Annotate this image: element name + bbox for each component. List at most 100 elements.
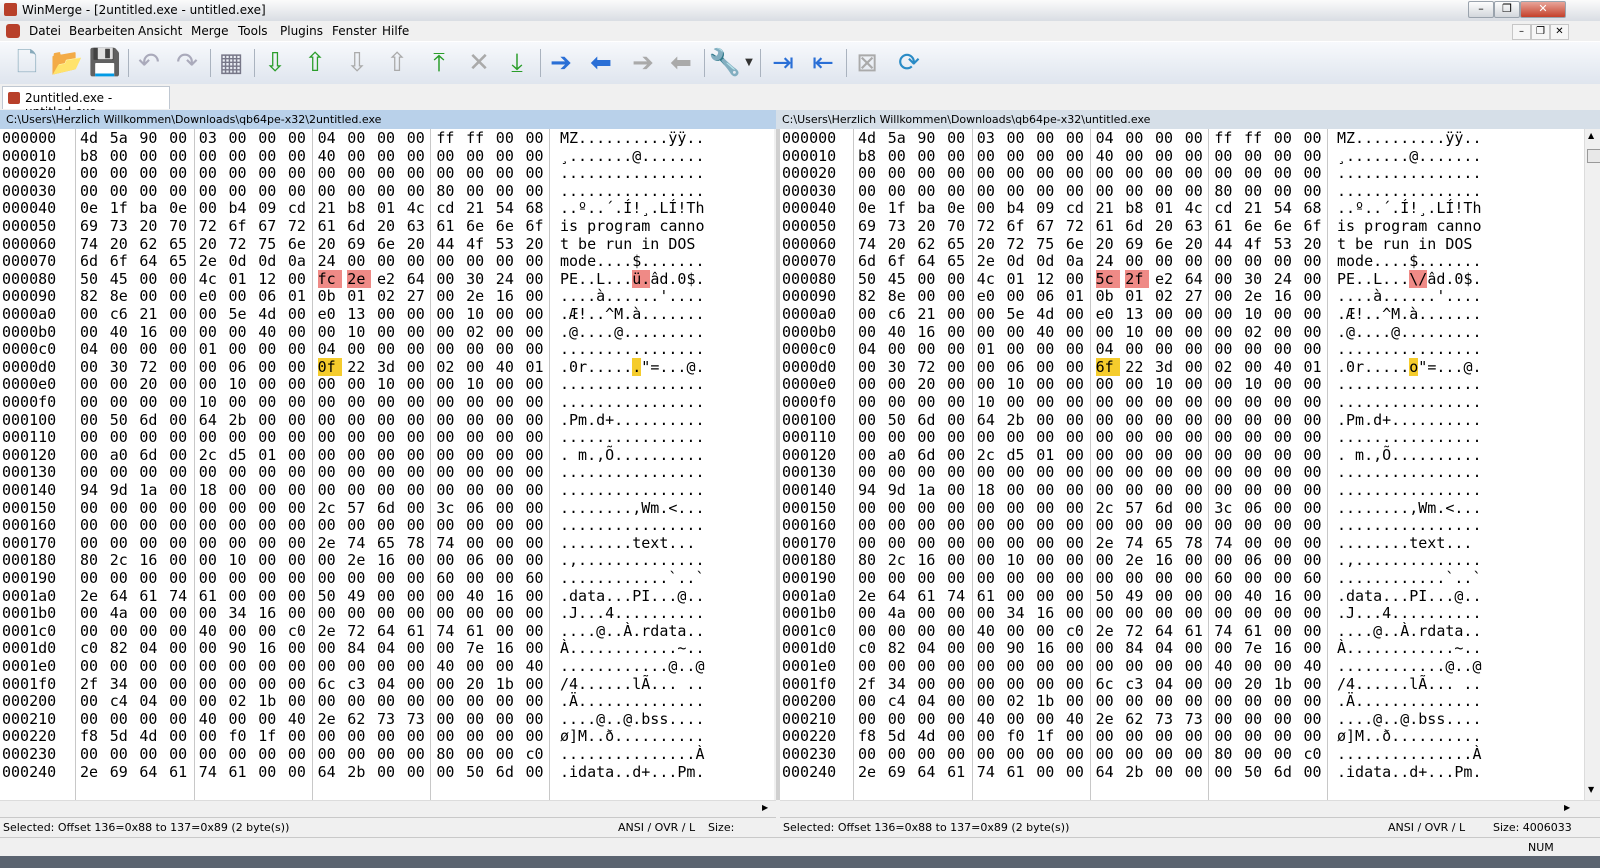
hex-byte[interactable]: 69 (1125, 235, 1149, 253)
hex-byte[interactable]: 00 (199, 499, 223, 517)
hex-byte[interactable]: 00 (1125, 252, 1149, 270)
hex-byte[interactable]: 2e (466, 287, 490, 305)
hex-byte[interactable]: 00 (169, 481, 193, 499)
hex-byte[interactable]: 61 (199, 587, 223, 605)
ascii-text[interactable]: .J...4.......... (560, 604, 705, 622)
hex-byte[interactable]: 00 (977, 727, 1001, 745)
hex-byte[interactable]: b4 (229, 199, 253, 217)
hex-byte[interactable]: 00 (1066, 745, 1090, 763)
hex-byte[interactable]: 00 (1096, 323, 1120, 341)
hex-byte[interactable]: 00 (1244, 164, 1268, 182)
hex-byte[interactable]: 00 (977, 604, 1001, 622)
hex-byte[interactable]: 00 (1155, 164, 1179, 182)
hex-byte[interactable]: 00 (466, 481, 490, 499)
hex-byte[interactable]: 00 (1125, 745, 1149, 763)
hex-byte[interactable]: 67 (1036, 217, 1060, 235)
hex-byte[interactable]: 00 (1185, 358, 1209, 376)
hex-byte[interactable]: 00 (229, 481, 253, 499)
hex-byte[interactable]: 00 (288, 270, 312, 288)
hex-byte[interactable]: 6f (110, 252, 134, 270)
hex-byte[interactable]: 00 (199, 358, 223, 376)
hex-byte[interactable]: 00 (526, 182, 550, 200)
hex-byte[interactable]: 00 (947, 551, 971, 569)
hex-byte[interactable]: 00 (917, 604, 941, 622)
hex-byte[interactable]: 6f (526, 217, 550, 235)
hex-byte[interactable]: 1b (258, 692, 282, 710)
hex-byte[interactable]: 00 (1214, 147, 1238, 165)
hex-byte[interactable]: 64 (1096, 763, 1120, 781)
hex-byte[interactable]: 00 (1304, 481, 1328, 499)
hex-byte[interactable]: 00 (1036, 428, 1060, 446)
hex-byte[interactable]: 00 (229, 675, 253, 693)
hex-byte[interactable]: 00 (1185, 657, 1209, 675)
hex-byte[interactable]: 60 (1214, 569, 1238, 587)
hex-byte[interactable]: 00 (199, 164, 223, 182)
hex-byte[interactable]: 00 (199, 551, 223, 569)
hex-byte[interactable]: 00 (347, 692, 371, 710)
hex-byte[interactable]: 00 (466, 252, 490, 270)
hex-byte[interactable]: 00 (526, 375, 550, 393)
hex-byte[interactable]: 00 (858, 446, 882, 464)
hex-byte[interactable]: 00 (80, 164, 104, 182)
hex-byte[interactable]: 00 (407, 393, 431, 411)
copy-all-left-icon[interactable]: ⇤ (806, 47, 840, 79)
hex-byte[interactable]: 00 (1066, 727, 1090, 745)
ascii-text[interactable]: ................ (560, 375, 705, 393)
hex-byte[interactable]: 00 (110, 428, 134, 446)
hex-byte[interactable]: 00 (436, 411, 460, 429)
hex-byte[interactable]: 00 (1274, 499, 1298, 517)
hex-byte[interactable]: 24 (1274, 270, 1298, 288)
minimize-button[interactable]: – (1468, 1, 1494, 18)
hex-byte[interactable]: 00 (1244, 446, 1268, 464)
hex-byte[interactable]: 00 (496, 252, 520, 270)
hex-byte[interactable]: 06 (466, 499, 490, 517)
hex-byte[interactable]: 00 (1304, 375, 1328, 393)
hex-byte[interactable]: 10 (1244, 305, 1268, 323)
hex-byte[interactable]: 64 (139, 763, 163, 781)
hex-byte[interactable]: 00 (888, 463, 912, 481)
hex-byte[interactable]: 40 (466, 587, 490, 605)
hex-byte[interactable]: e0 (318, 305, 342, 323)
ascii-text[interactable]: is program canno (560, 217, 705, 235)
hex-byte[interactable]: 00 (1007, 340, 1031, 358)
hex-byte[interactable]: 00 (1214, 604, 1238, 622)
scroll-down-icon[interactable]: ▼ (1588, 785, 1594, 794)
hex-byte[interactable]: 3c (1214, 499, 1238, 517)
hex-byte[interactable]: 00 (318, 411, 342, 429)
hex-byte[interactable]: 00 (139, 287, 163, 305)
new-document-icon[interactable]: 🗋 (10, 47, 44, 79)
hex-byte[interactable]: 00 (288, 463, 312, 481)
hex-byte[interactable]: 00 (1066, 692, 1090, 710)
copy-all-right-icon[interactable]: ⇥ (766, 47, 800, 79)
hex-byte[interactable]: 61 (1185, 622, 1209, 640)
hex-byte[interactable]: 00 (377, 569, 401, 587)
hex-byte[interactable]: c0 (526, 745, 550, 763)
left-horizontal-scrollbar[interactable]: ▶ (0, 800, 776, 817)
hex-byte[interactable]: 00 (1214, 428, 1238, 446)
hex-byte[interactable]: 00 (1125, 727, 1149, 745)
hex-byte[interactable]: 00 (407, 499, 431, 517)
hex-byte[interactable]: 00 (229, 147, 253, 165)
hex-byte[interactable]: 50 (110, 411, 134, 429)
hex-byte[interactable]: 00 (377, 692, 401, 710)
ascii-text[interactable]: ................ (560, 481, 705, 499)
hex-byte[interactable]: 00 (347, 393, 371, 411)
hex-byte[interactable]: 00 (169, 551, 193, 569)
hex-byte[interactable]: 00 (888, 164, 912, 182)
hex-byte[interactable]: 00 (377, 463, 401, 481)
hex-byte[interactable]: 00 (80, 745, 104, 763)
hex-byte[interactable]: 00 (466, 182, 490, 200)
hex-byte[interactable]: 00 (977, 534, 1001, 552)
hex-byte[interactable]: 20 (199, 235, 223, 253)
hex-byte[interactable]: 00 (258, 657, 282, 675)
hex-byte[interactable]: 18 (199, 481, 223, 499)
hex-byte[interactable]: 61 (1096, 217, 1120, 235)
hex-byte[interactable]: c4 (110, 692, 134, 710)
hex-byte[interactable]: 64 (917, 763, 941, 781)
hex-byte[interactable]: 6e (1274, 217, 1298, 235)
hex-byte[interactable]: 00 (1096, 745, 1120, 763)
hex-byte[interactable]: 00 (407, 639, 431, 657)
hex-byte[interactable]: 40 (977, 622, 1001, 640)
hex-byte[interactable]: 6e (466, 217, 490, 235)
hex-byte[interactable]: 00 (347, 147, 371, 165)
